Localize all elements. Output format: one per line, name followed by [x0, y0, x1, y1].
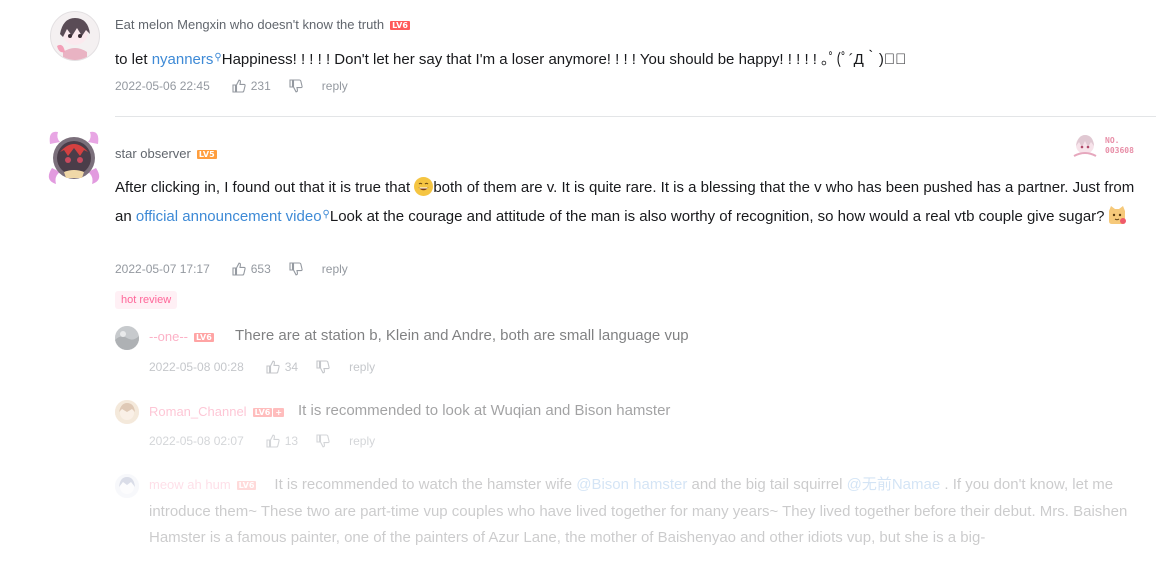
level-badge: LV6: [236, 481, 257, 490]
avatar[interactable]: [115, 326, 139, 350]
level-badge: LV6: [194, 333, 214, 342]
reply-date: 2022-05-08 02:07: [149, 434, 244, 448]
level-badge: LV6: [390, 21, 410, 30]
reply-author: Roman_Channel LV6 +: [149, 404, 285, 419]
hot-review-tag: hot review: [115, 291, 178, 309]
reply-button[interactable]: reply: [322, 79, 348, 93]
avatar[interactable]: [50, 11, 100, 61]
reply-button[interactable]: reply: [349, 360, 375, 374]
mention-link[interactable]: @无前Namae: [847, 476, 941, 493]
username[interactable]: star observer: [115, 146, 191, 161]
fan-badge-icon: [1073, 135, 1097, 157]
comment-meta: 2022-05-07 17:17 653 reply: [115, 262, 348, 276]
comment-author: Eat melon Mengxin who doesn't know the t…: [115, 17, 410, 32]
search-icon: ⚲: [214, 52, 222, 63]
cat-emoji-icon: [1107, 205, 1127, 225]
mention-link[interactable]: @Bison hamster: [576, 476, 687, 493]
like-count: 653: [250, 262, 271, 276]
fan-badge: NO. 003608: [1071, 132, 1149, 162]
thumbs-down-icon[interactable]: [289, 79, 303, 93]
avatar[interactable]: [115, 474, 139, 498]
reply-author: --one-- LV6: [149, 329, 214, 344]
badge-number-label: NO.: [1105, 136, 1120, 145]
keyword-link[interactable]: nyanners: [152, 51, 214, 68]
reply-text: There are at station b, Klein and Andre,…: [235, 327, 689, 344]
thumbs-down-icon[interactable]: [316, 434, 330, 448]
comment-date: 2022-05-07 17:17: [115, 262, 210, 276]
thumbs-up-icon[interactable]: [232, 262, 246, 276]
reply-meta: 2022-05-08 02:07 13 reply: [149, 434, 375, 448]
comment-meta: 2022-05-06 22:45 231 reply: [115, 79, 348, 93]
comment-text: to let nyanners⚲Happiness! ! ! ! ! Don't…: [115, 45, 1145, 74]
comment-date: 2022-05-06 22:45: [115, 79, 210, 93]
comment-text: After clicking in, I found out that it i…: [115, 175, 1145, 230]
comment-author: star observer LV5: [115, 146, 217, 161]
reply-text: meow ah hum LV6 It is recommended to watch…: [149, 476, 1128, 546]
like-count: 231: [250, 79, 271, 93]
keyword-link[interactable]: official announcement video: [136, 208, 322, 225]
username[interactable]: --one--: [149, 329, 188, 344]
thumbs-down-icon[interactable]: [289, 262, 303, 276]
reply-text: It is recommended to look at Wuqian and …: [298, 402, 671, 419]
reply-button[interactable]: reply: [349, 434, 375, 448]
reply-button[interactable]: reply: [322, 262, 348, 276]
like-count: 34: [284, 360, 299, 374]
like-count: 13: [284, 434, 299, 448]
search-icon: ⚲: [322, 208, 330, 220]
username[interactable]: meow ah hum: [149, 477, 231, 492]
thumbs-up-icon[interactable]: [266, 360, 280, 374]
avatar[interactable]: [46, 128, 102, 188]
username[interactable]: Eat melon Mengxin who doesn't know the t…: [115, 17, 384, 32]
thumbs-up-icon[interactable]: [232, 79, 246, 93]
username[interactable]: Roman_Channel: [149, 404, 247, 419]
reply-date: 2022-05-08 00:28: [149, 360, 244, 374]
grin-emoji-icon: [414, 177, 434, 196]
avatar[interactable]: [115, 400, 139, 424]
level-badge: LV6: [252, 408, 273, 417]
thumbs-up-icon[interactable]: [266, 434, 280, 448]
badge-number: 003608: [1105, 146, 1134, 155]
plus-badge-icon: +: [273, 408, 285, 417]
divider: [115, 116, 1156, 117]
reply-meta: 2022-05-08 00:28 34 reply: [149, 360, 375, 374]
level-badge: LV5: [196, 150, 217, 159]
thumbs-down-icon[interactable]: [316, 360, 330, 374]
